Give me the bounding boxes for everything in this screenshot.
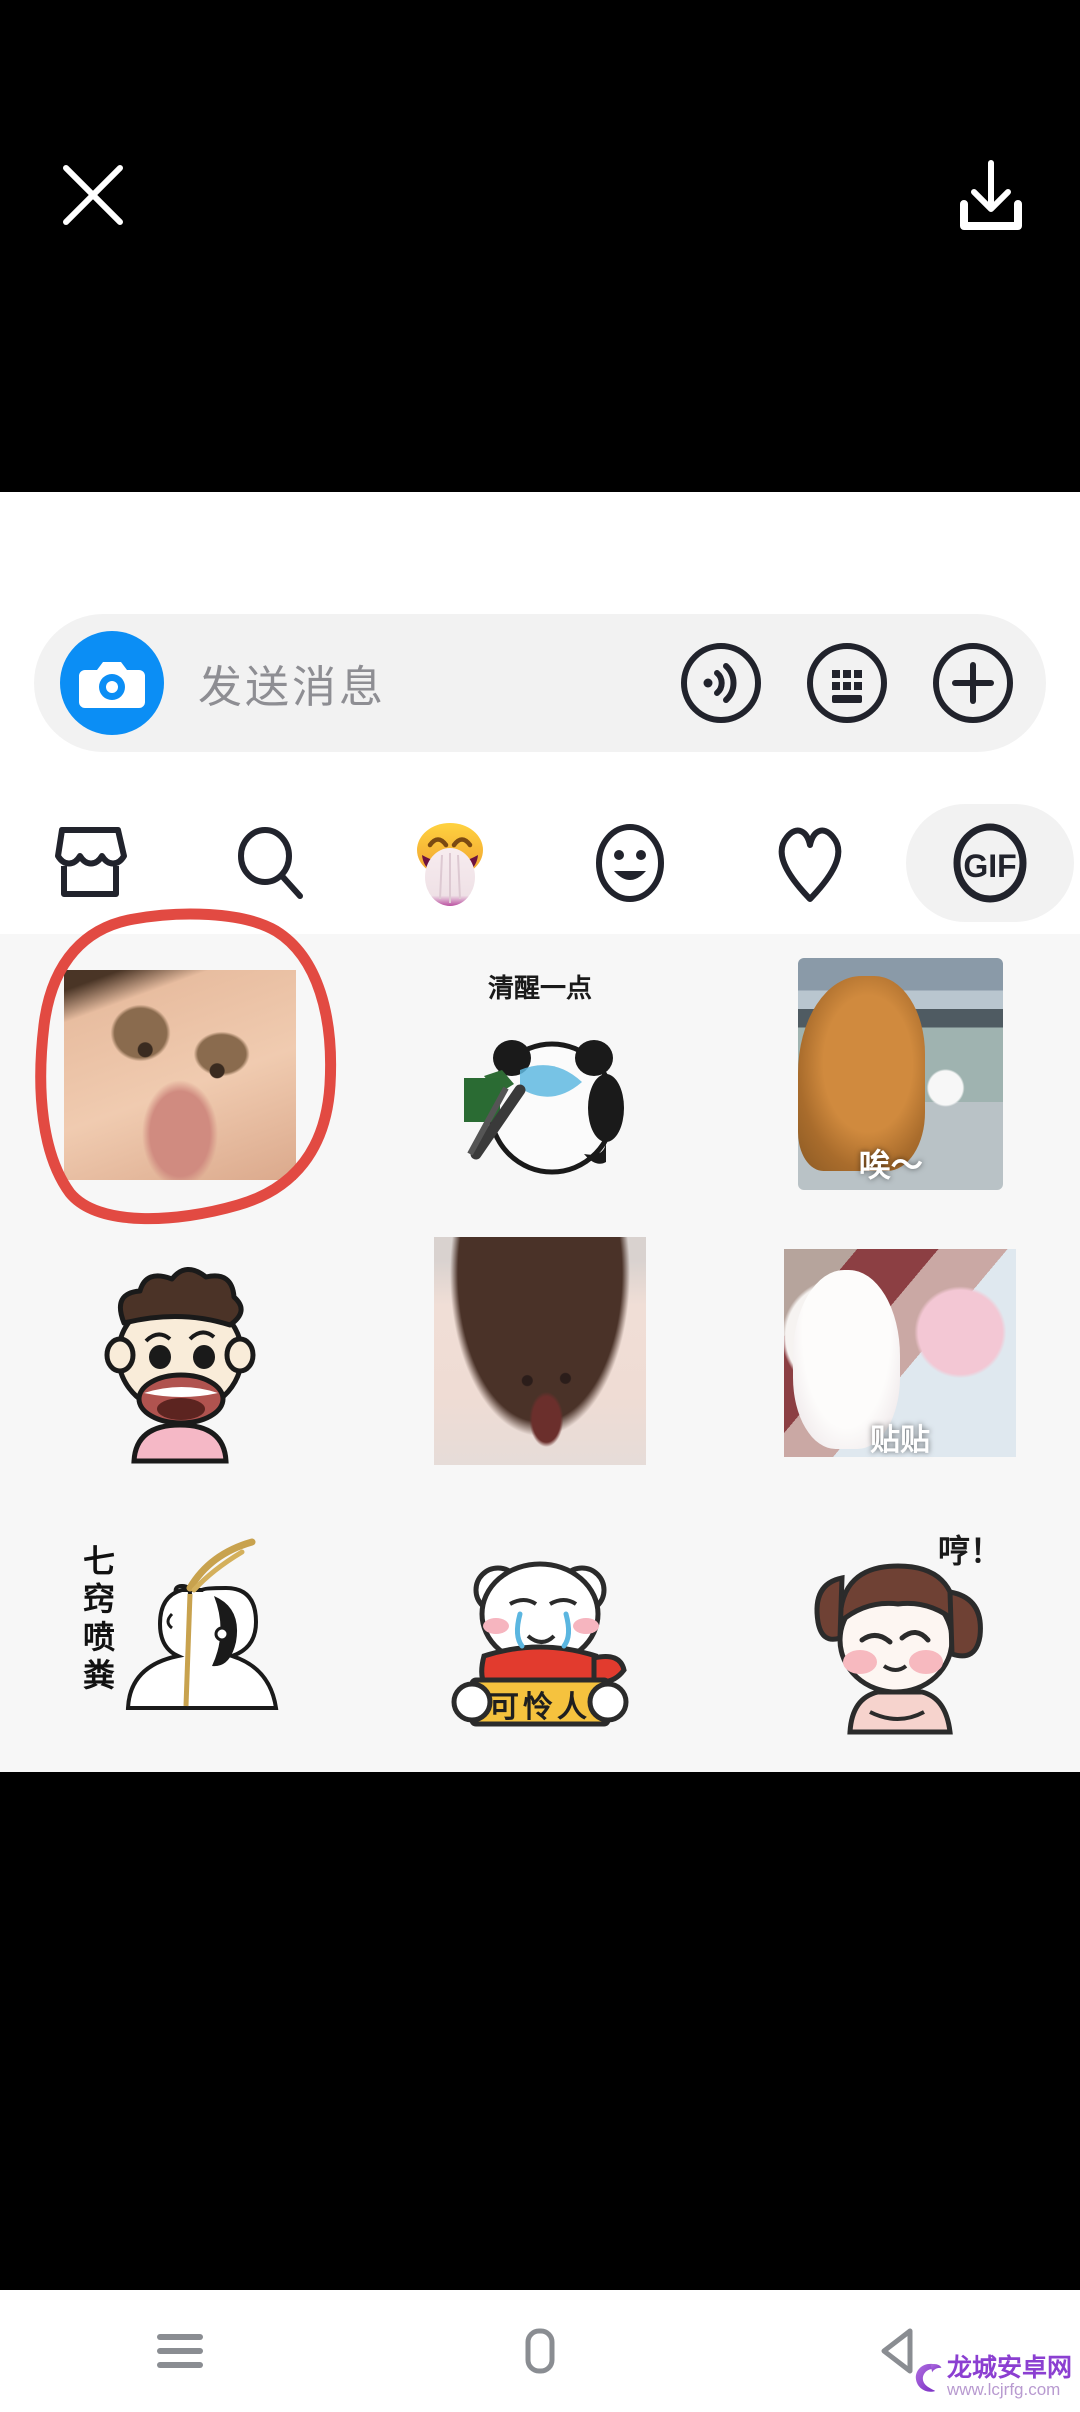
- gif-icon: GIF: [953, 823, 1027, 903]
- smiley-face-icon: [596, 824, 664, 902]
- sticker-image: [64, 1236, 296, 1469]
- sticker-plush-toys[interactable]: 贴贴: [720, 1213, 1080, 1492]
- message-input-placeholder[interactable]: 发送消息: [198, 651, 678, 715]
- sticker-panda-spray[interactable]: 清醒一点: [360, 934, 720, 1213]
- sticker-pouting-girl[interactable]: 哼！: [720, 1493, 1080, 1772]
- close-icon[interactable]: [56, 158, 130, 232]
- watermark-url: www.lcjrfg.com: [946, 2380, 1061, 2400]
- site-watermark: 龙城安卓网 www.lcjrfg.com: [912, 2346, 1072, 2408]
- sticker-caption: 清醒一点: [487, 973, 593, 1004]
- dragon-logo-icon: [915, 2363, 942, 2392]
- sticker-squinting-baby[interactable]: [0, 934, 360, 1213]
- plus-icon[interactable]: [930, 640, 1016, 726]
- sticker-caption: 七窍喷粪: [78, 1544, 116, 1697]
- sticker-orange-cat[interactable]: 唉～: [720, 934, 1080, 1213]
- tab-sticker[interactable]: [540, 792, 720, 934]
- top-black-area: [0, 0, 1080, 492]
- sticker-baby-holding-head[interactable]: [360, 1213, 720, 1492]
- input-bar-actions: [678, 640, 1016, 726]
- camera-icon[interactable]: [60, 631, 164, 735]
- chat-input-panel: 发送消息 GIF 清醒一点 唉～ 贴贴 七窍喷粪 可怜人 哼！: [0, 492, 1080, 1772]
- sticker-image: [424, 1236, 656, 1469]
- tab-favorites[interactable]: [720, 792, 900, 934]
- heart-icon: [778, 827, 842, 902]
- sticker-tab-bar: GIF: [0, 792, 1080, 934]
- bottom-black-area: [0, 1772, 1080, 2290]
- sticker-grid: 清醒一点 唉～ 贴贴 七窍喷粪 可怜人 哼！: [0, 934, 1080, 1772]
- tab-search[interactable]: [180, 792, 360, 934]
- menu-icon[interactable]: [0, 2290, 360, 2412]
- svg-text:GIF: GIF: [963, 848, 1016, 884]
- tab-store[interactable]: [0, 792, 180, 934]
- tab-emoji[interactable]: [360, 792, 540, 934]
- store-icon: [55, 827, 127, 897]
- voice-wave-icon[interactable]: [678, 640, 764, 726]
- watermark-site-name: 龙城安卓网: [946, 2352, 1072, 2382]
- sticker-caption: 唉～: [858, 1145, 923, 1184]
- search-icon: [238, 827, 303, 899]
- laughing-tongue-emoji-icon: [417, 823, 483, 906]
- sticker-image: 唉～: [784, 957, 1016, 1190]
- sticker-image: [64, 958, 296, 1190]
- download-icon[interactable]: [952, 155, 1030, 235]
- sticker-image: 七窍喷粪: [64, 1516, 296, 1749]
- sticker-image: 清醒一点: [424, 957, 656, 1190]
- sticker-caption: 可怜人: [489, 1690, 591, 1726]
- tab-gif[interactable]: GIF: [900, 792, 1080, 934]
- phone-screen: 发送消息 GIF 清醒一点 唉～ 贴贴 七窍喷粪 可怜人 哼！ 龙城安卓网 ww…: [0, 0, 1080, 2412]
- watermark-text: 龙城安卓网 www.lcjrfg.com: [946, 2352, 1072, 2400]
- keyboard-icon[interactable]: [804, 640, 890, 726]
- message-input-bar[interactable]: 发送消息: [34, 614, 1046, 752]
- sticker-line-art-figure[interactable]: 七窍喷粪: [0, 1493, 360, 1772]
- sticker-image: 哼！: [784, 1516, 1016, 1749]
- home-icon[interactable]: [360, 2290, 720, 2412]
- sticker-crying-bear[interactable]: 可怜人: [360, 1493, 720, 1772]
- sticker-caption: 哼！: [937, 1532, 1002, 1571]
- sticker-curly-hair-kid[interactable]: [0, 1213, 360, 1492]
- sticker-caption: 贴贴: [870, 1422, 930, 1458]
- sticker-image: 可怜人: [424, 1516, 656, 1749]
- sticker-image: 贴贴: [784, 1237, 1016, 1469]
- android-navigation-bar: 龙城安卓网 www.lcjrfg.com: [0, 2290, 1080, 2412]
